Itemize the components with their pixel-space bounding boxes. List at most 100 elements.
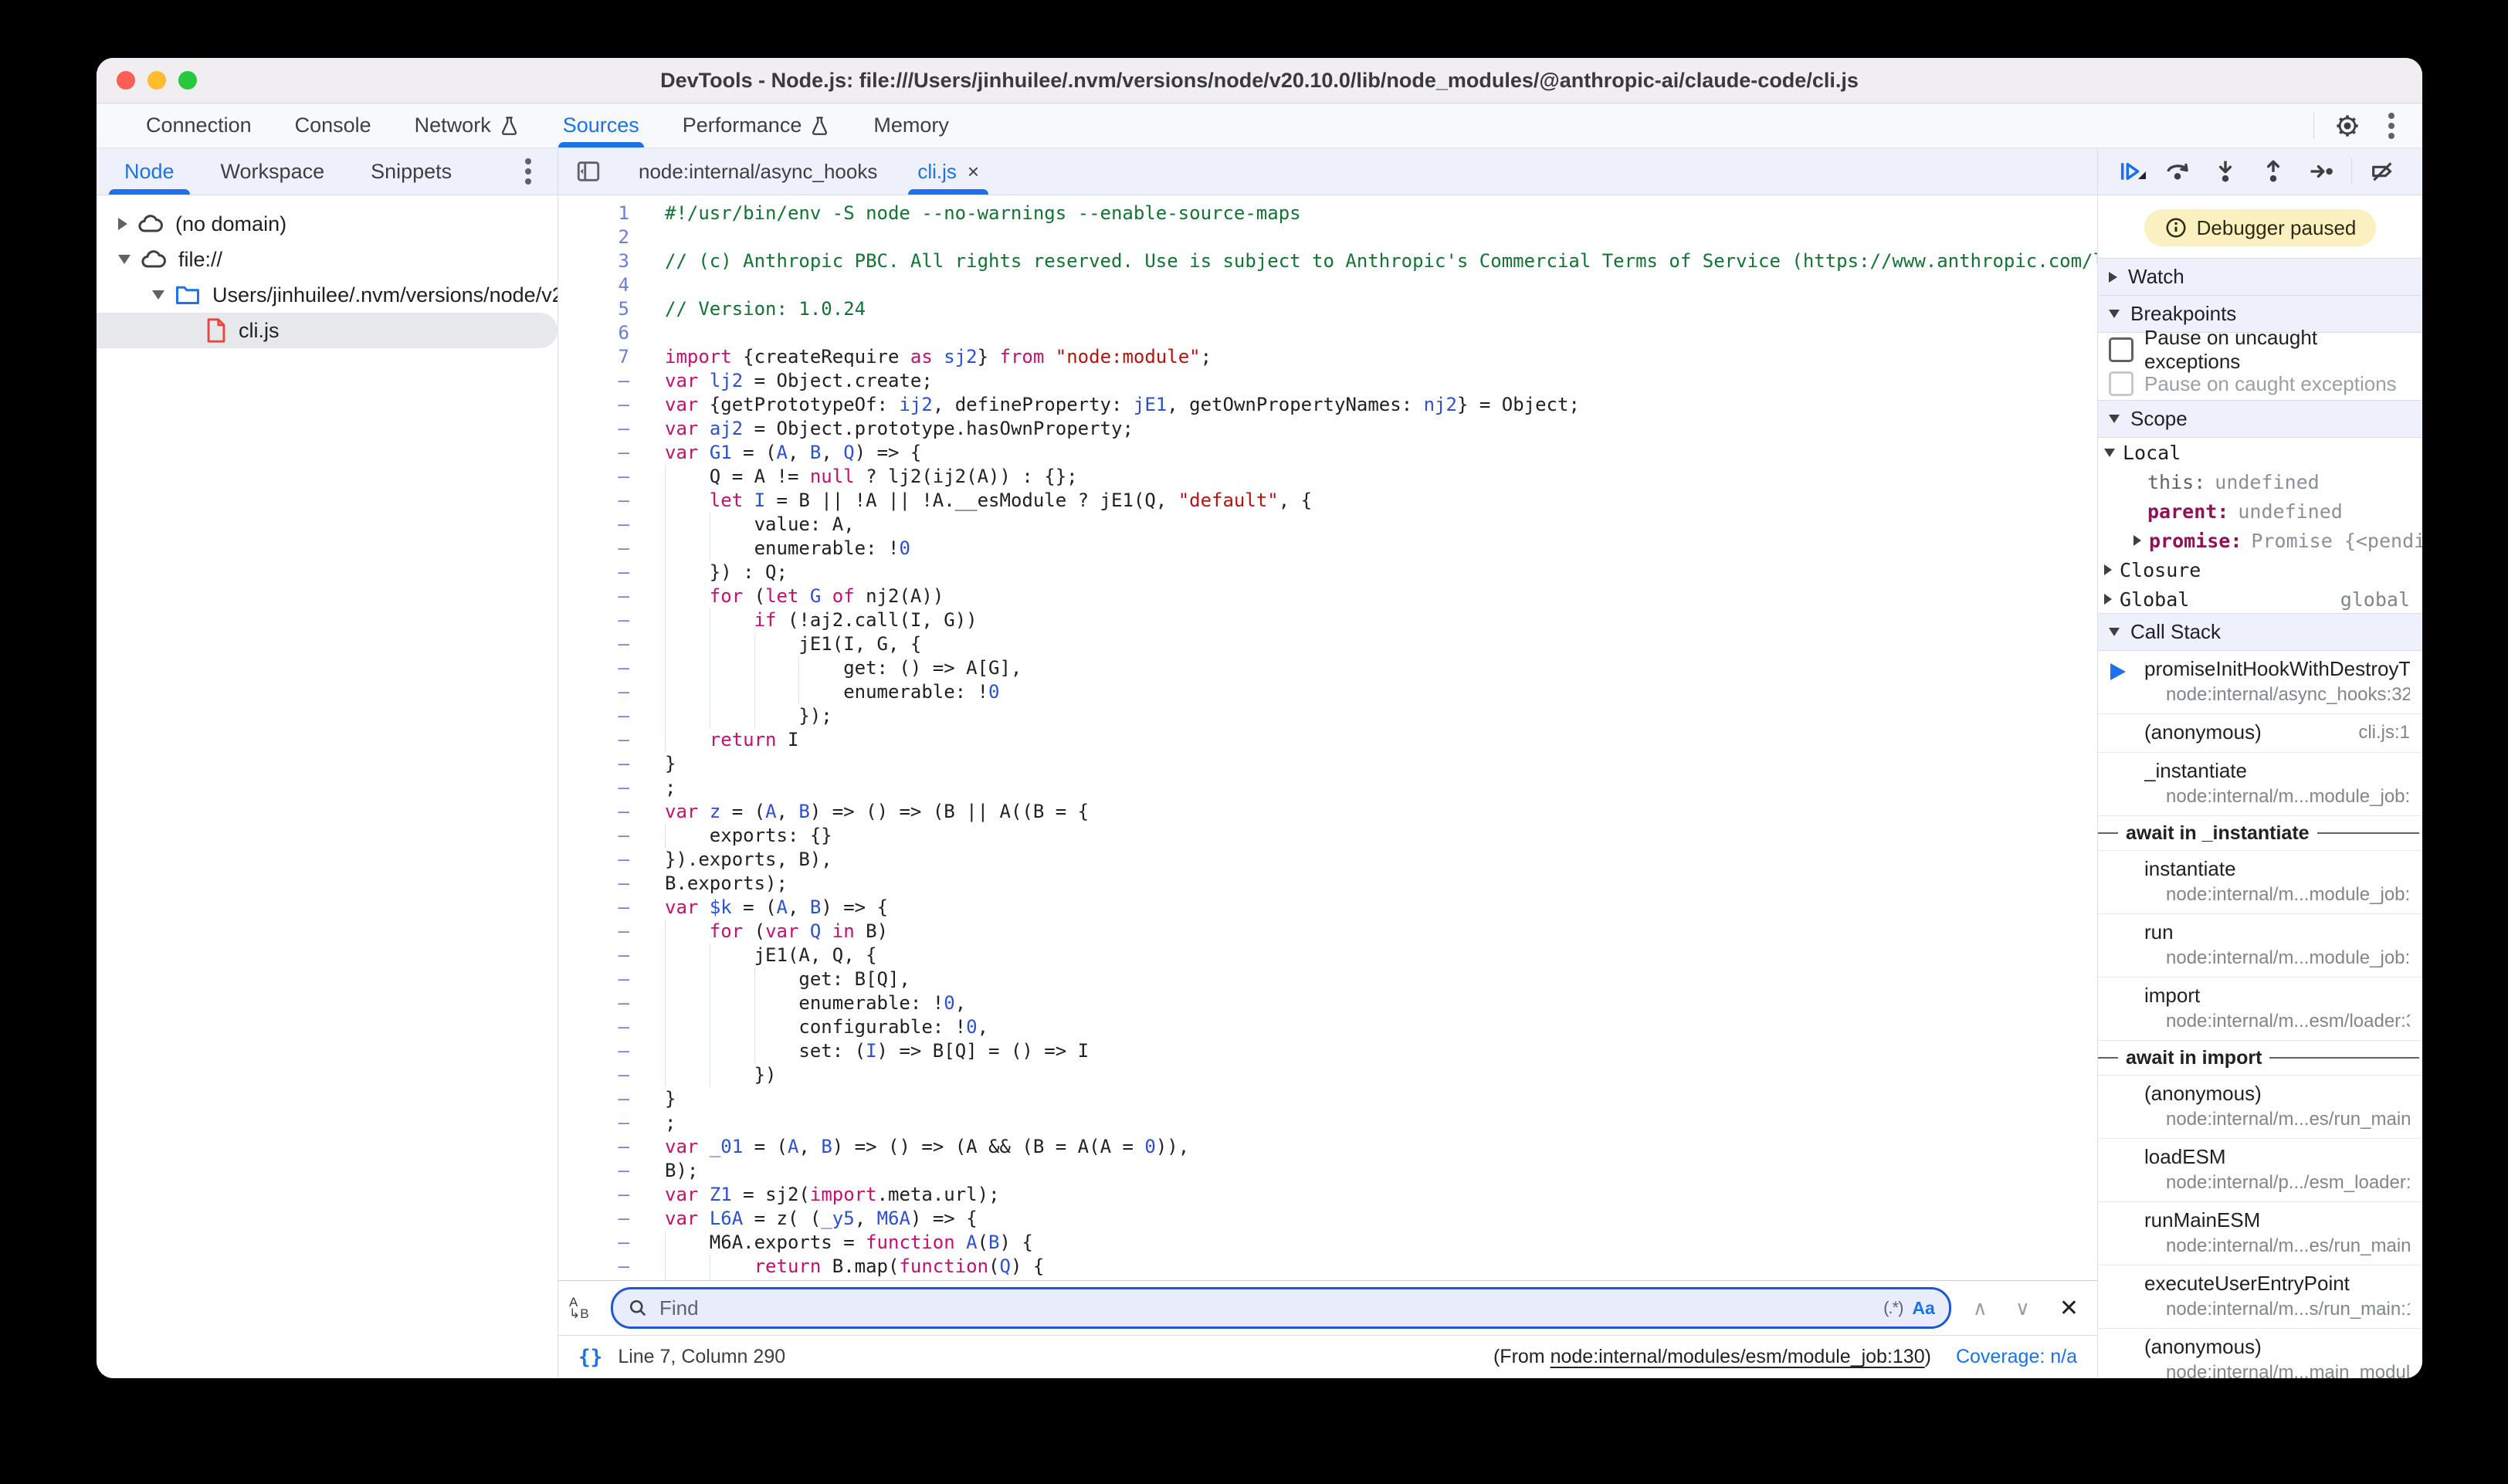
call-stack-frame[interactable]: importnode:internal/m...esm/loader:329	[2098, 977, 2422, 1041]
call-stack-frame[interactable]: (anonymous)node:internal/m...es/run_main…	[2098, 1076, 2422, 1139]
line-number[interactable]: –	[558, 728, 643, 752]
step-out-icon[interactable]	[2249, 158, 2297, 185]
line-number[interactable]: 1	[558, 202, 643, 225]
line-number[interactable]: –	[558, 513, 643, 537]
line-number[interactable]: –	[558, 1207, 643, 1231]
call-stack-frame[interactable]: promiseInitHookWithDestroyTr...node:inte…	[2098, 651, 2422, 714]
scope-variable-this[interactable]: this:undefined	[2098, 467, 2422, 496]
line-number[interactable]: 6	[558, 321, 643, 345]
line-number[interactable]: –	[558, 656, 643, 680]
step-into-icon[interactable]	[2201, 158, 2249, 185]
close-tab-icon[interactable]: ×	[968, 160, 979, 184]
line-number[interactable]: 4	[558, 273, 643, 297]
line-number[interactable]: 2	[558, 225, 643, 249]
line-number[interactable]: –	[558, 991, 643, 1015]
line-number[interactable]: –	[558, 872, 643, 896]
line-number[interactable]: –	[558, 561, 643, 584]
checkbox-unchecked[interactable]	[2109, 337, 2133, 362]
call-stack-frame[interactable]: runnode:internal/m...module_job:214	[2098, 914, 2422, 977]
replace-toggle-icon[interactable]: A↳B	[569, 1296, 595, 1320]
source-code-viewer[interactable]: 1#!/usr/bin/env -S node --no-warnings --…	[558, 195, 2097, 1280]
scope-variable-promise[interactable]: promise:Promise {<pending>}	[2098, 526, 2422, 555]
checkbox-unchecked[interactable]	[2109, 371, 2133, 396]
line-number[interactable]: –	[558, 393, 643, 417]
line-number[interactable]: –	[558, 632, 643, 656]
line-number[interactable]: –	[558, 1183, 643, 1207]
tree-expander-icon[interactable]	[152, 290, 164, 300]
watch-section-header[interactable]: Watch	[2098, 258, 2422, 296]
line-number[interactable]: 7	[558, 345, 643, 369]
find-previous-icon[interactable]: ∧	[1967, 1296, 1994, 1320]
tree-item-file-[interactable]: file://	[97, 242, 558, 277]
scope-group-global[interactable]: Globalglobal	[2098, 584, 2422, 614]
line-number[interactable]: –	[558, 800, 643, 824]
line-number[interactable]: –	[558, 967, 643, 991]
line-number[interactable]: –	[558, 1159, 643, 1183]
more-options-icon[interactable]	[2388, 123, 2394, 129]
call-stack-frame[interactable]: runMainESMnode:internal/m...es/run_main:…	[2098, 1202, 2422, 1265]
deactivate-breakpoints-icon[interactable]	[2358, 158, 2406, 185]
call-stack-frame[interactable]: instantiatenode:internal/m...module_job:…	[2098, 851, 2422, 914]
call-stack-section-header[interactable]: Call Stack	[2098, 613, 2422, 651]
scope-section-header[interactable]: Scope	[2098, 400, 2422, 438]
step-over-icon[interactable]	[2154, 158, 2201, 185]
navigator-tab-workspace[interactable]: Workspace	[202, 148, 344, 195]
tab-console[interactable]: Console	[273, 103, 393, 147]
tree-item-users-jinhuilee-nvm-versions-node-v2-[interactable]: Users/jinhuilee/.nvm/versions/node/v2...	[97, 277, 558, 313]
tree-item-cli-js[interactable]: cli.js	[97, 313, 558, 348]
tree-item--no-domain-[interactable]: (no domain)	[97, 206, 558, 242]
navigator-tab-node[interactable]: Node	[106, 148, 193, 195]
line-number[interactable]: –	[558, 1063, 643, 1087]
call-stack-frame[interactable]: (anonymous)cli.js:1	[2098, 714, 2422, 753]
navigator-more-icon[interactable]	[525, 168, 531, 174]
line-number[interactable]: –	[558, 417, 643, 441]
line-number[interactable]: –	[558, 465, 643, 489]
tree-expander-icon[interactable]	[118, 255, 130, 264]
line-number[interactable]: –	[558, 537, 643, 561]
coverage-link[interactable]: Coverage: n/a	[1956, 1346, 2077, 1368]
editor-tab-cli-js[interactable]: cli.js×	[897, 148, 999, 195]
tab-network[interactable]: Network	[393, 103, 541, 147]
scope-group-closure[interactable]: Closure	[2098, 555, 2422, 584]
tab-memory[interactable]: Memory	[852, 103, 971, 147]
line-number[interactable]: –	[558, 704, 643, 728]
call-stack-frame[interactable]: _instantiatenode:internal/m...module_job…	[2098, 753, 2422, 816]
line-number[interactable]: –	[558, 1255, 643, 1279]
scope-group-local[interactable]: Local	[2098, 438, 2422, 467]
source-map-link[interactable]: node:internal/modules/esm/module_job:130	[1551, 1346, 1925, 1367]
settings-gear-icon[interactable]	[2334, 113, 2361, 139]
match-case-toggle[interactable]: Aa	[1912, 1298, 1934, 1319]
find-next-icon[interactable]: ∨	[2009, 1296, 2036, 1320]
tab-performance[interactable]: Performance	[661, 103, 852, 147]
call-stack-frame[interactable]: (anonymous)node:internal/m...main_module…	[2098, 1329, 2422, 1378]
line-number[interactable]: –	[558, 896, 643, 920]
call-stack-frame[interactable]: executeUserEntryPointnode:internal/m...s…	[2098, 1265, 2422, 1329]
line-number[interactable]: –	[558, 1087, 643, 1111]
line-number[interactable]: 3	[558, 249, 643, 273]
step-icon[interactable]	[2297, 158, 2345, 185]
resume-script-icon[interactable]	[2106, 159, 2154, 184]
line-number[interactable]: –	[558, 584, 643, 608]
line-number[interactable]: –	[558, 1135, 643, 1159]
line-number[interactable]: –	[558, 441, 643, 465]
tab-sources[interactable]: Sources	[541, 103, 661, 147]
line-number[interactable]: –	[558, 752, 643, 776]
line-number[interactable]: –	[558, 608, 643, 632]
editor-tab-node-internal-async-hooks[interactable]: node:internal/async_hooks	[619, 148, 897, 195]
line-number[interactable]: –	[558, 1039, 643, 1063]
line-number[interactable]: –	[558, 824, 643, 848]
pretty-print-icon[interactable]: {}	[578, 1346, 602, 1369]
line-number[interactable]: –	[558, 776, 643, 800]
line-number[interactable]: 5	[558, 297, 643, 321]
tab-connection[interactable]: Connection	[124, 103, 273, 147]
navigator-tab-snippets[interactable]: Snippets	[352, 148, 470, 195]
regex-toggle-icon[interactable]: (.*)	[1883, 1298, 1903, 1318]
line-number[interactable]: –	[558, 489, 643, 513]
line-number[interactable]: –	[558, 920, 643, 944]
toggle-navigator-icon[interactable]	[558, 148, 619, 195]
line-number[interactable]: –	[558, 680, 643, 704]
line-number[interactable]: –	[558, 848, 643, 872]
line-number[interactable]: –	[558, 369, 643, 393]
call-stack-frame[interactable]: loadESMnode:internal/p.../esm_loader:34	[2098, 1139, 2422, 1202]
close-find-icon[interactable]: ✕	[2052, 1295, 2079, 1322]
